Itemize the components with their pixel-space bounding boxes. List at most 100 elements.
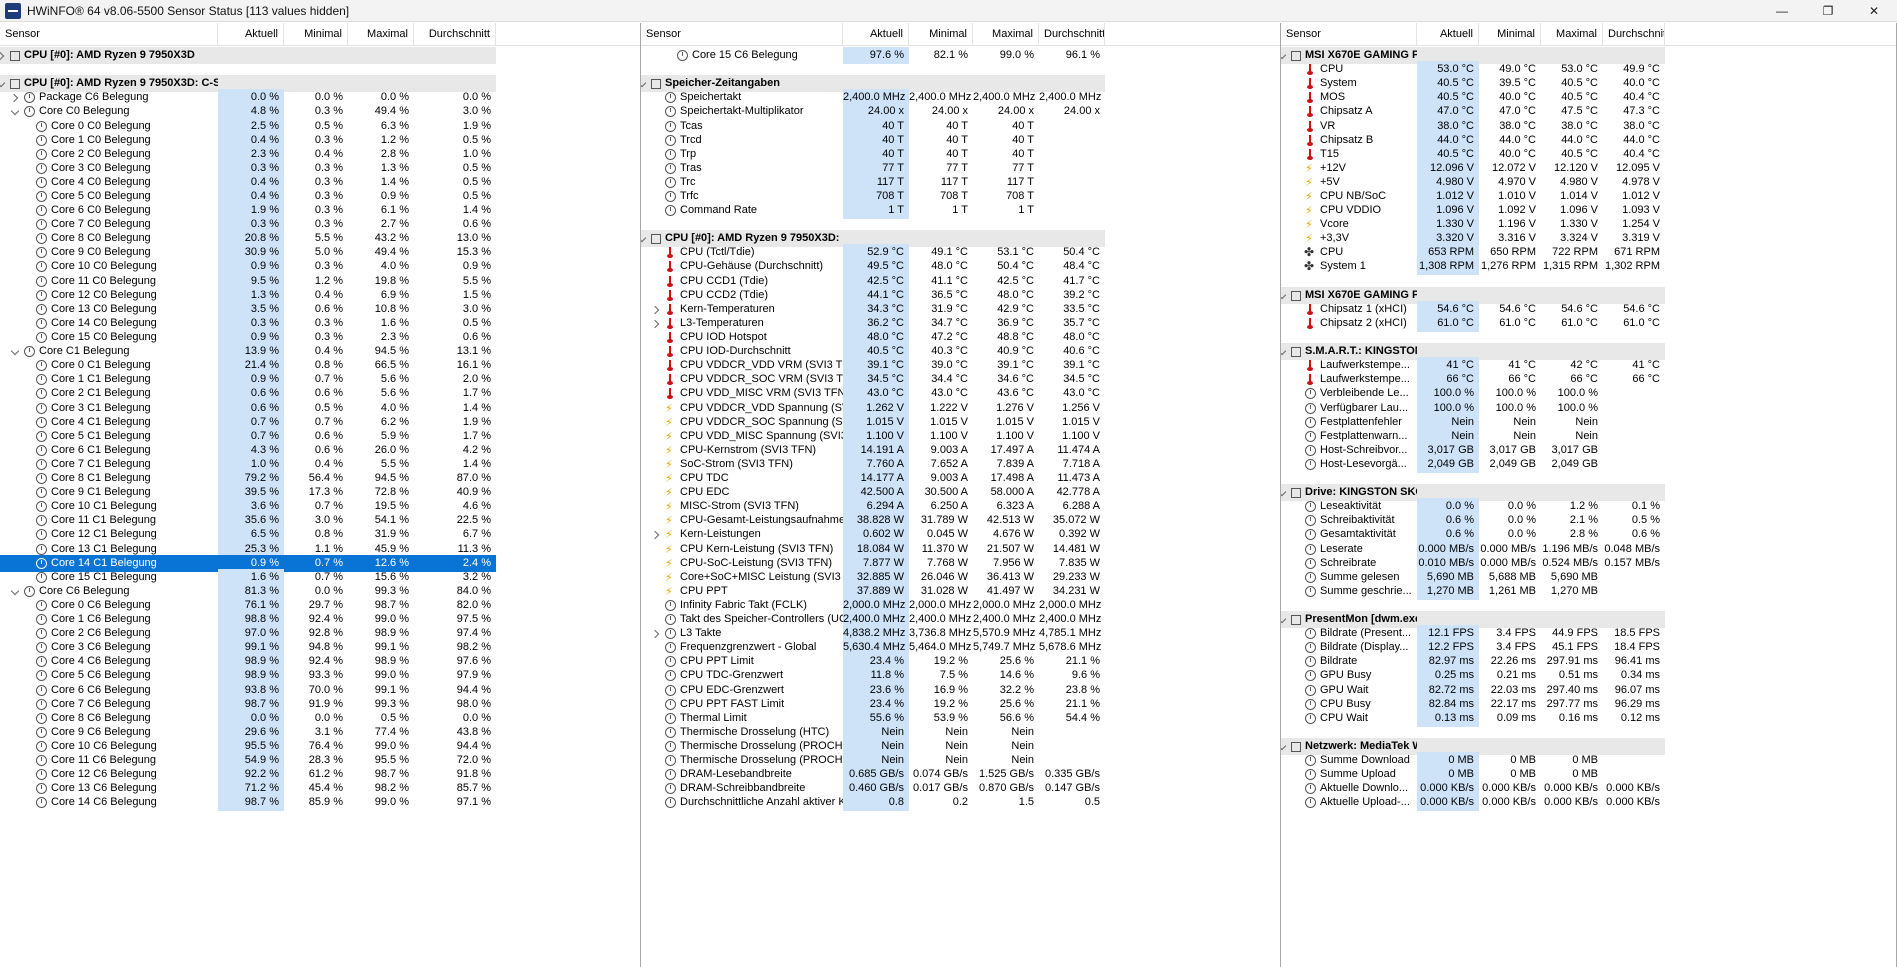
sensor-row[interactable]: Core 10 C0 Belegung 0.9 % 0.3 % 4.0 % 0.9 % xyxy=(0,258,640,275)
sensor-row[interactable]: Core 8 C0 Belegung 20.8 % 5.5 % 43.2 % 13.0 … xyxy=(0,230,640,247)
sensor-group-header[interactable]: CPU [#0]: AMD Ryzen 9 7950X3D xyxy=(0,47,640,64)
sensor-row[interactable]: Core 13 C6 Belegung 71.2 % 45.4 % 98.2 % 85.… xyxy=(0,780,640,797)
sensor-row[interactable]: Core 15 C1 Belegung 1.6 % 0.7 % 15.6 % 3.2 % xyxy=(0,569,640,586)
sensor-row[interactable]: Core 14 C6 Belegung 98.7 % 85.9 % 99.0 % 97.… xyxy=(0,794,640,811)
sensor-row[interactable]: Core 4 C6 Belegung 98.9 % 92.4 % 98.9 % 97.6… xyxy=(0,653,640,670)
sensor-row[interactable]: CPU VDDIO1.096 V1.092 V1.096 V1.093 V xyxy=(1281,202,1896,219)
chevron-down-icon[interactable] xyxy=(0,79,7,89)
header-maximum[interactable]: Maximal xyxy=(348,23,414,46)
sensor-row[interactable]: CPU-Kernstrom (SVI3 TFN)14.191 A9.003 A1… xyxy=(641,442,1280,459)
sensor-row[interactable]: DRAM-Lesebandbreite 0.685 GB/s 0.074 GB/s 1… xyxy=(641,766,1280,783)
sensor-row[interactable]: Core 6 C1 Belegung 4.3 % 0.6 % 26.0 % 4.2 % xyxy=(0,442,640,459)
sensor-row[interactable]: Aktuelle Upload-... 0.000 KB/s 0.000 KB/s 0… xyxy=(1281,794,1896,811)
header-maximum[interactable]: Maximal xyxy=(1541,23,1603,46)
sensor-row[interactable]: Core 1 C6 Belegung 98.8 % 92.4 % 99.0 % 97.5… xyxy=(0,611,640,628)
sensor-row[interactable]: L3-Temperaturen 36.2 °C 34.7 °C 36.9 °C 35.7… xyxy=(641,315,1280,332)
sensor-row[interactable]: Core 8 C1 Belegung 79.2 % 56.4 % 94.5 % 87.0… xyxy=(0,470,640,487)
sensor-row[interactable]: Durchschnittliche Anzahl aktiver Ke... 0.… xyxy=(641,794,1280,811)
sensor-row[interactable]: Trcd 40 T 40 T 40 T xyxy=(641,132,1280,149)
sensor-row[interactable]: CPU VDDCR_VDD Spannung (SVI3 ...1.262 V1… xyxy=(641,400,1280,417)
sensor-row[interactable]: Core 3 C6 Belegung 99.1 % 94.8 % 99.1 % 98.2… xyxy=(0,639,640,656)
sensor-row[interactable]: Core 8 C6 Belegung 0.0 % 0.0 % 0.5 % 0.0 % xyxy=(0,710,640,727)
sensor-row[interactable]: Core 14 C0 Belegung 0.3 % 0.3 % 1.6 % 0.5 % xyxy=(0,315,640,332)
sensor-row[interactable]: Leserate 0.000 MB/s 0.000 MB/s 1.196 MB/s 0.… xyxy=(1281,541,1896,558)
close-button[interactable]: ✕ xyxy=(1851,0,1897,22)
sensor-row[interactable]: CPU PPT37.889 W31.028 W41.497 W34.231 W xyxy=(641,583,1280,600)
sensor-pane-3[interactable]: Sensor Aktuell Minimal Maximal Durchschnitt M… xyxy=(1281,23,1897,967)
sensor-row[interactable]: SoC-Strom (SVI3 TFN)7.760 A7.652 A7.839 … xyxy=(641,456,1280,473)
sensor-row[interactable]: Core 10 C6 Belegung 95.5 % 76.4 % 99.0 % 94.… xyxy=(0,738,640,755)
header-average[interactable]: Durchschnitt xyxy=(1603,23,1665,46)
sensor-row[interactable]: Core 0 C6 Belegung 76.1 % 29.7 % 98.7 % 82.0… xyxy=(0,597,640,614)
sensor-group-header[interactable]: MSI X670E GAMING PLUS WIFI (MS-7E16) (AM… xyxy=(1281,287,1896,304)
minimize-button[interactable]: — xyxy=(1759,0,1805,22)
sensor-row[interactable]: CPU-SoC-Leistung (SVI3 TFN)7.877 W7.768 … xyxy=(641,555,1280,572)
sensor-group-header[interactable]: MSI X670E GAMING PLUS WIFI (MS-7E16) (Nu… xyxy=(1281,47,1896,64)
sensor-row[interactable]: CPU653 RPM650 RPM722 RPM671 RPM xyxy=(1281,244,1896,261)
sensor-group-header[interactable]: CPU [#0]: AMD Ryzen 9 7950X3D: Enhanced xyxy=(641,230,1280,247)
sensor-row[interactable]: Core C0 Belegung 4.8 % 0.3 % 49.4 % 3.0 % xyxy=(0,103,640,120)
sensor-row[interactable]: Core 3 C1 Belegung 0.6 % 0.5 % 4.0 % 1.4 % xyxy=(0,400,640,417)
chevron-right-icon[interactable] xyxy=(652,305,662,315)
sensor-row[interactable]: Bildrate (Present... 12.1 FPS 3.4 FPS 44.9 … xyxy=(1281,625,1896,642)
sensor-row[interactable]: Core 11 C0 Belegung 9.5 % 1.2 % 19.8 % 5.5 % xyxy=(0,273,640,290)
sensor-row[interactable]: Core 7 C6 Belegung 98.7 % 91.9 % 99.3 % 98.0… xyxy=(0,696,640,713)
sensor-row[interactable]: CPU-Gehäuse (Durchschnitt) 49.5 °C 48.0 °C… xyxy=(641,258,1280,275)
sensor-group-header[interactable]: PresentMon [dwm.exe] xyxy=(1281,611,1896,628)
sensor-row[interactable]: Core 5 C0 Belegung 0.4 % 0.3 % 0.9 % 0.5 % xyxy=(0,188,640,205)
sensor-row[interactable]: MOS 40.5 °C 40.0 °C 40.5 °C 40.4 °C xyxy=(1281,89,1896,106)
sensor-row[interactable]: CPU VDDCR_SOC VRM (SVI3 TFN)34.5 °C34.4 … xyxy=(641,371,1280,388)
sensor-row[interactable]: Core 12 C1 Belegung 6.5 % 0.8 % 31.9 % 6.7 % xyxy=(0,526,640,543)
header-average[interactable]: Durchschnitt xyxy=(1039,23,1105,46)
sensor-row[interactable]: Chipsatz A 47.0 °C 47.0 °C 47.5 °C 47.3 °C xyxy=(1281,103,1896,120)
chevron-down-icon[interactable] xyxy=(1281,615,1288,625)
sensor-row[interactable]: CPU Wait 0.13 ms 0.09 ms 0.16 ms 0.12 ms xyxy=(1281,710,1896,727)
sensor-row[interactable]: Core 14 C1 Belegung 0.9 % 0.7 % 12.6 % 2.4 % xyxy=(0,555,640,572)
sensor-row[interactable]: System 40.5 °C 39.5 °C 40.5 °C 40.0 °C xyxy=(1281,75,1896,92)
chevron-right-icon[interactable] xyxy=(652,629,662,639)
sensor-row[interactable]: Core 0 C0 Belegung 2.5 % 0.5 % 6.3 % 1.9 % xyxy=(0,118,640,135)
header-sensor[interactable]: Sensor xyxy=(1281,23,1417,46)
sensor-row[interactable]: Core 7 C1 Belegung 1.0 % 0.4 % 5.5 % 1.4 % xyxy=(0,456,640,473)
sensor-row[interactable]: CPU TDC14.177 A9.003 A17.498 A11.473 A xyxy=(641,470,1280,487)
sensor-row[interactable]: Aktuelle Downlo... 0.000 KB/s 0.000 KB/s 0.… xyxy=(1281,780,1896,797)
chevron-right-icon[interactable] xyxy=(11,93,21,103)
header-current[interactable]: Aktuell xyxy=(843,23,909,46)
sensor-row[interactable]: Host-Schreibvor... 3,017 GB 3,017 GB 3,017 … xyxy=(1281,442,1896,459)
sensor-row[interactable]: Trp 40 T 40 T 40 T xyxy=(641,146,1280,163)
sensor-row[interactable]: Core 15 C0 Belegung 0.9 % 0.3 % 2.3 % 0.6 % xyxy=(0,329,640,346)
sensor-row[interactable]: Core C6 Belegung 81.3 % 0.0 % 99.3 % 84.0 % xyxy=(0,583,640,600)
sensor-row[interactable]: Core 6 C0 Belegung 1.9 % 0.3 % 6.1 % 1.4 % xyxy=(0,202,640,219)
chevron-right-icon[interactable] xyxy=(0,51,7,61)
sensor-row[interactable]: CPU PPT Limit 23.4 % 19.2 % 25.6 % 21.1 % xyxy=(641,653,1280,670)
sensor-row[interactable]: Core 2 C0 Belegung 2.3 % 0.4 % 2.8 % 1.0 % xyxy=(0,146,640,163)
chevron-down-icon[interactable] xyxy=(1281,488,1288,498)
sensor-row[interactable]: Core 0 C1 Belegung 21.4 % 0.8 % 66.5 % 16.1 … xyxy=(0,357,640,374)
sensor-row[interactable]: Core 11 C1 Belegung 35.6 % 3.0 % 54.1 % 22.5… xyxy=(0,512,640,529)
sensor-row[interactable]: CPU IOD-Durchschnitt 40.5 °C 40.3 °C 40.9 °… xyxy=(641,343,1280,360)
sensor-row[interactable]: Frequenzgrenzwert - Global 5,630.4 MHz 5,4… xyxy=(641,639,1280,656)
sensor-row[interactable]: Festplattenfehler Nein Nein Nein xyxy=(1281,414,1896,431)
sensor-row[interactable]: Summe gelesen 5,690 MB 5,688 MB 5,690 MB xyxy=(1281,569,1896,586)
sensor-row[interactable]: Laufwerkstempe... 66 °C 66 °C 66 °C 66 °C xyxy=(1281,371,1896,388)
sensor-row[interactable]: System 1 1,308 RPM1,276 RPM 1,315 RPM 1,302… xyxy=(1281,258,1896,275)
sensor-row[interactable]: MISC-Strom (SVI3 TFN)6.294 A6.250 A6.323… xyxy=(641,498,1280,515)
chevron-down-icon[interactable] xyxy=(641,234,648,244)
sensor-row[interactable]: VR 38.0 °C 38.0 °C 38.0 °C 38.0 °C xyxy=(1281,118,1896,135)
chevron-right-icon[interactable] xyxy=(652,319,662,329)
sensor-row[interactable]: Vcore1.330 V1.196 V1.330 V1.254 V xyxy=(1281,216,1896,233)
sensor-row[interactable]: Core 9 C1 Belegung 39.5 % 17.3 % 72.8 % 40.9… xyxy=(0,484,640,501)
chevron-down-icon[interactable] xyxy=(1281,291,1288,301)
sensor-row[interactable]: Schreibrate 0.010 MB/s 0.000 MB/s 0.524 MB/… xyxy=(1281,555,1896,572)
sensor-row[interactable]: Core 2 C6 Belegung 97.0 % 92.8 % 98.9 % 97.4… xyxy=(0,625,640,642)
sensor-row[interactable]: Core 15 C6 Belegung 97.6 % 82.1 % 99.0 % 96.… xyxy=(641,47,1280,64)
sensor-row[interactable]: CPU VDDCR_VDD VRM (SVI3 TFN) 39.1 °C 39.0 … xyxy=(641,357,1280,374)
chevron-down-icon[interactable] xyxy=(1281,347,1288,357)
sensor-row[interactable]: Chipsatz 1 (xHCI) 54.6 °C 54.6 °C 54.6 °C 54… xyxy=(1281,301,1896,318)
sensor-row[interactable]: Core 7 C0 Belegung 0.3 % 0.3 % 2.7 % 0.6 % xyxy=(0,216,640,233)
maximize-button[interactable]: ❐ xyxy=(1805,0,1851,22)
header-minimum[interactable]: Minimal xyxy=(284,23,348,46)
sensor-row[interactable]: Verbleibende Le... 100.0 % 100.0 % 100.0 % xyxy=(1281,385,1896,402)
sensor-row[interactable]: CPU 53.0 °C 49.0 °C 53.0 °C 49.9 °C xyxy=(1281,61,1896,78)
sensor-pane-2[interactable]: Sensor Aktuell Minimal Maximal Durchschnitt C… xyxy=(641,23,1281,967)
